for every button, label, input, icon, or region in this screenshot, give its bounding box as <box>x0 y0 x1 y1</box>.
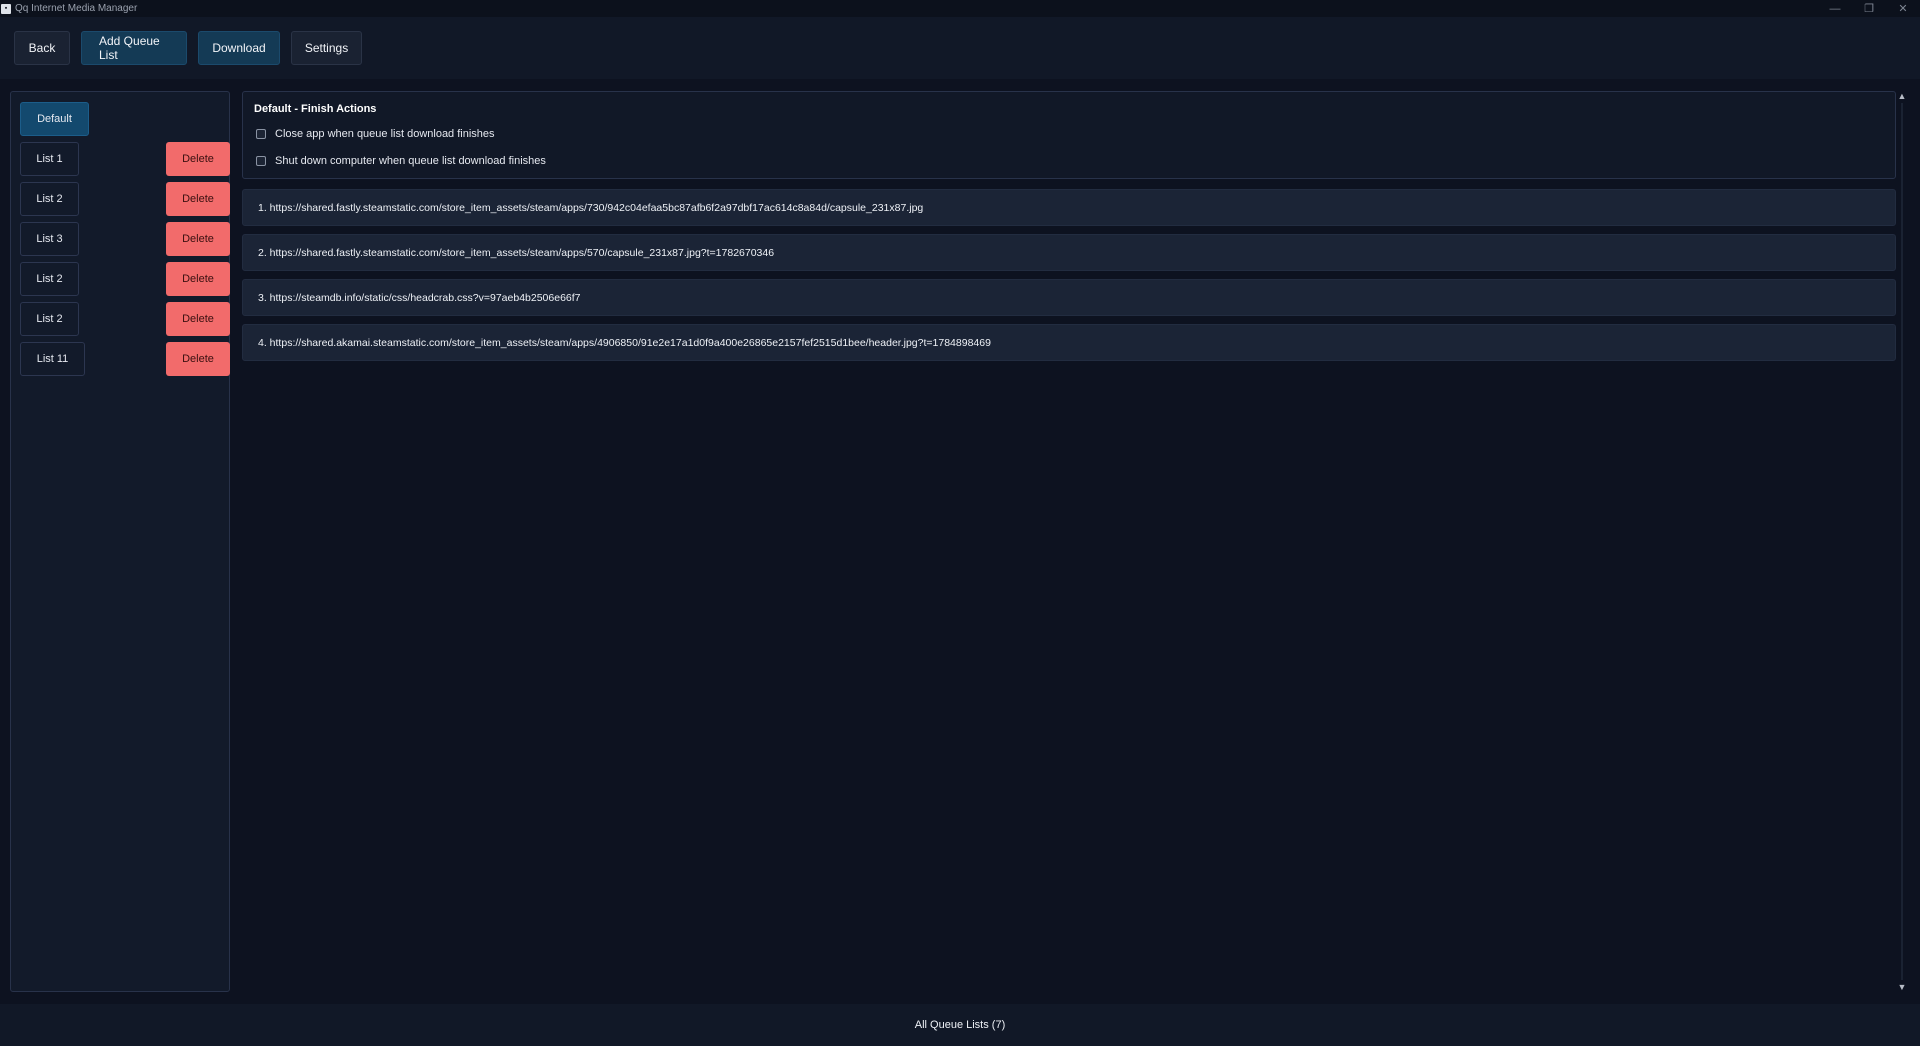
delete-button[interactable]: Delete <box>166 342 230 376</box>
all-queue-lists-label: All Queue Lists (7) <box>914 1019 1006 1031</box>
title-bar: ▪ Qq Internet Media Manager — ❐ ✕ <box>0 0 1920 17</box>
close-icon[interactable]: ✕ <box>1886 0 1920 17</box>
queue-detail-panel: Default - Finish Actions Close app when … <box>242 91 1896 992</box>
restore-icon[interactable]: ❐ <box>1852 0 1886 17</box>
delete-button[interactable]: Delete <box>166 262 230 296</box>
queue-list-row: List 2 Delete <box>20 302 230 336</box>
app-icon: ▪ <box>1 3 11 14</box>
delete-button[interactable]: Delete <box>166 302 230 336</box>
queue-item[interactable]: 3. https://steamdb.info/static/css/headc… <box>242 279 1896 316</box>
queue-item[interactable]: 4. https://shared.akamai.steamstatic.com… <box>242 324 1896 361</box>
queue-list-button[interactable]: List 2 <box>20 182 79 216</box>
download-button[interactable]: Download <box>198 31 280 65</box>
window-title: Qq Internet Media Manager <box>15 3 138 14</box>
queue-item[interactable]: 1. https://shared.fastly.steamstatic.com… <box>242 189 1896 226</box>
queue-list-row: List 1 Delete <box>20 142 230 176</box>
back-button[interactable]: Back <box>14 31 70 65</box>
close-app-checkbox[interactable] <box>256 129 266 139</box>
shutdown-option[interactable]: Shut down computer when queue list downl… <box>256 155 546 167</box>
delete-button[interactable]: Delete <box>166 142 230 176</box>
scroll-track[interactable] <box>1901 103 1903 980</box>
footer-status: All Queue Lists (7) <box>0 1004 1920 1046</box>
shutdown-label: Shut down computer when queue list downl… <box>275 155 546 167</box>
queue-list-row: Default <box>20 102 220 136</box>
queue-list-sidebar: Default List 1 Delete List 2 Delete List… <box>10 91 230 992</box>
queue-list-button[interactable]: List 2 <box>20 302 79 336</box>
add-queue-list-button[interactable]: Add Queue List <box>81 31 187 65</box>
queue-list-row: List 2 Delete <box>20 182 230 216</box>
delete-button[interactable]: Delete <box>166 182 230 216</box>
shutdown-checkbox[interactable] <box>256 156 266 166</box>
window-controls: — ❐ ✕ <box>1818 0 1920 17</box>
close-app-option[interactable]: Close app when queue list download finis… <box>256 128 495 140</box>
queue-list-row: List 11 Delete <box>20 342 230 376</box>
queue-list-button[interactable]: List 1 <box>20 142 79 176</box>
delete-button[interactable]: Delete <box>166 222 230 256</box>
queue-list-button[interactable]: List 3 <box>20 222 79 256</box>
finish-actions-title: Default - Finish Actions <box>254 103 377 115</box>
close-app-label: Close app when queue list download finis… <box>275 128 495 140</box>
queue-list-button[interactable]: List 2 <box>20 262 79 296</box>
queue-list-default-button[interactable]: Default <box>20 102 89 136</box>
scroll-up-icon[interactable]: ▲ <box>1896 91 1908 101</box>
settings-button[interactable]: Settings <box>291 31 362 65</box>
queue-item[interactable]: 2. https://shared.fastly.steamstatic.com… <box>242 234 1896 271</box>
queue-list-button[interactable]: List 11 <box>20 342 85 376</box>
minimize-icon[interactable]: — <box>1818 0 1852 17</box>
queue-list-row: List 3 Delete <box>20 222 230 256</box>
finish-actions-panel: Default - Finish Actions Close app when … <box>242 91 1896 179</box>
vertical-scrollbar[interactable]: ▲ ▼ <box>1896 91 1908 992</box>
scroll-down-icon[interactable]: ▼ <box>1896 982 1908 992</box>
queue-list-row: List 2 Delete <box>20 262 230 296</box>
toolbar: Back Add Queue List Download Settings <box>0 17 1920 79</box>
